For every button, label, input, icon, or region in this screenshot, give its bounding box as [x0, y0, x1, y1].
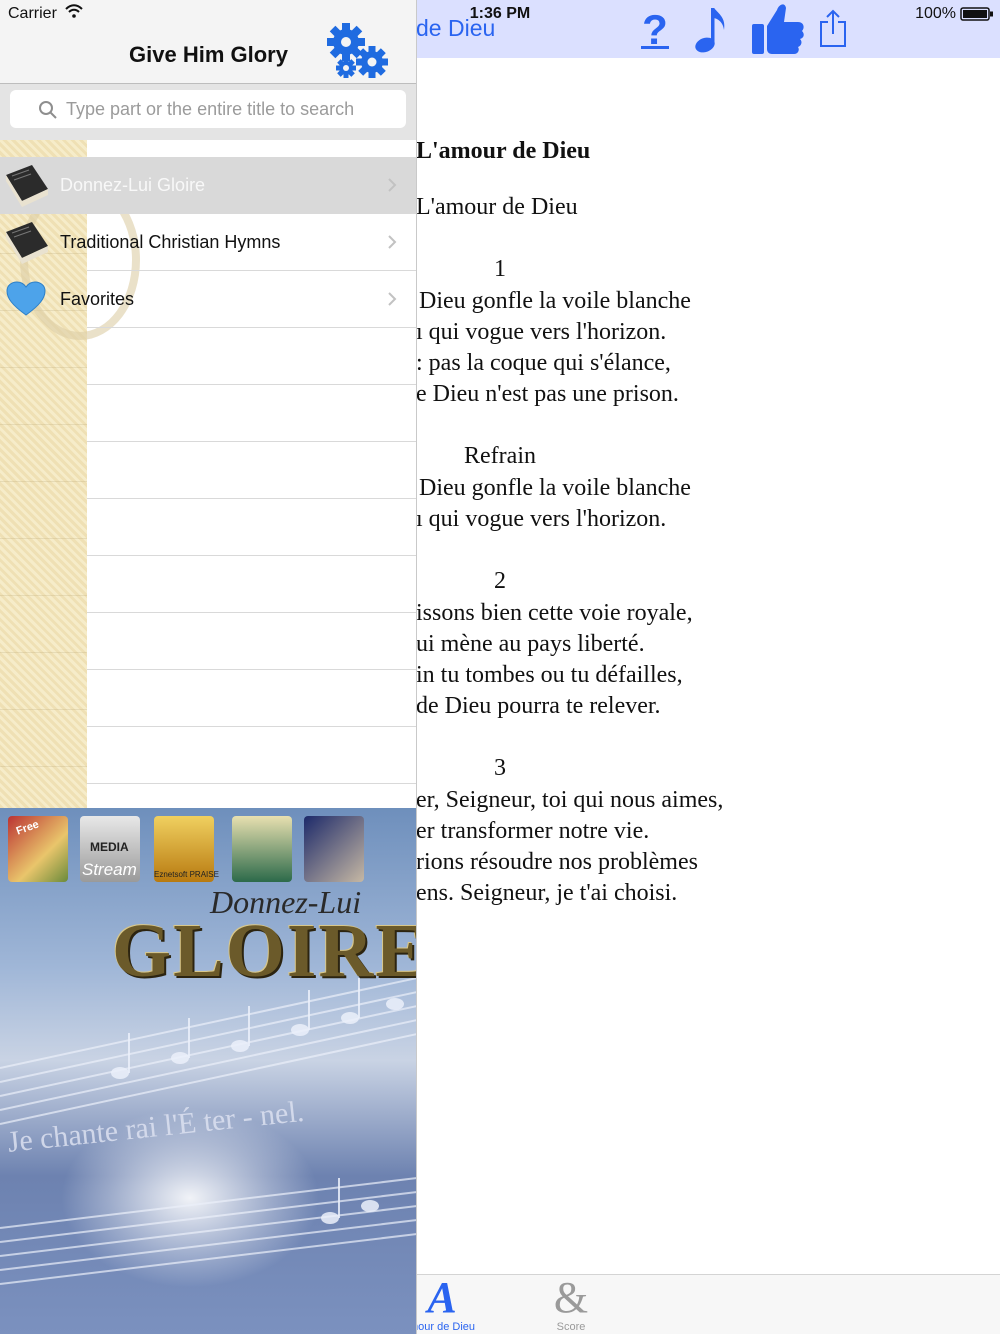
search-input[interactable] [66, 90, 396, 128]
lyric-line: in tu tombes ou tu défailles, [416, 662, 683, 688]
lyric-line: de Dieu pourra te relever. [416, 693, 661, 719]
lyric-line: rions résoudre nos problèmes [416, 849, 698, 875]
album-banner[interactable]: Free MEDIA Stream Eznetsoft PRAISE Donne… [0, 808, 417, 1334]
promo-apps-row: Free MEDIA Stream Eznetsoft PRAISE [6, 816, 376, 886]
promo-label: Eznetsoft PRAISE [154, 870, 219, 879]
empty-row [0, 442, 416, 499]
score-tab-icon: & [553, 1273, 589, 1322]
battery-percentage: 100% [915, 5, 956, 22]
list-item-donnez-lui-gloire[interactable]: Donnez-Lui Gloire [0, 157, 416, 214]
song-title: L'amour de Dieu [416, 138, 591, 164]
chevron-right-icon [388, 235, 397, 249]
lyric-line: : pas la coque qui s'élance, [416, 350, 671, 376]
chevron-right-icon [388, 178, 397, 192]
tab-lyrics[interactable]: A mour de Dieu [416, 1275, 492, 1334]
refrain-label: Refrain [464, 443, 536, 469]
free-app-icon[interactable]: Free [8, 816, 68, 882]
lyric-line: ens. Seigneur, je t'ai choisi. [416, 880, 678, 906]
clock: 1:36 PM [469, 5, 531, 22]
status-bar: Carrier 1:36 PM 100% [0, 0, 1000, 28]
lyric-line: e Dieu n'est pas une prison. [416, 381, 679, 407]
empty-row [0, 385, 416, 442]
lyric-line: ı qui vogue vers l'horizon. [416, 319, 667, 345]
heart-icon [6, 281, 46, 316]
verse-number: 3 [494, 755, 506, 781]
list-item-favorites[interactable]: Favorites [0, 271, 416, 328]
battery-icon [960, 7, 993, 21]
empty-row [0, 727, 416, 784]
promo-label: Stream [82, 860, 137, 879]
book-icon [6, 222, 48, 264]
empty-row [0, 613, 416, 670]
praise-app-icon[interactable]: Eznetsoft PRAISE [154, 816, 219, 882]
media-stream-icon[interactable]: MEDIA Stream [80, 816, 140, 882]
lyric-line: ui mène au pays liberté. [416, 631, 645, 657]
list-item-traditional-christian-hymns[interactable]: Traditional Christian Hymns [0, 214, 416, 271]
list-item-label: Traditional Christian Hymns [60, 232, 281, 252]
promo-label: Free [14, 818, 41, 838]
book-icon [6, 165, 48, 207]
verse-number: 1 [494, 256, 506, 282]
lyric-line: Dieu gonfle la voile blanche [419, 288, 691, 314]
tab-score[interactable]: & Score [526, 1275, 616, 1334]
gears-icon[interactable] [326, 22, 392, 82]
tab-label: Score [556, 1321, 586, 1333]
church-logo-icon[interactable] [232, 816, 292, 882]
tab-label: mour de Dieu [416, 1321, 476, 1333]
lyric-subtitle: L'amour de Dieu [416, 194, 578, 220]
search-box[interactable] [10, 90, 406, 128]
empty-row [0, 499, 416, 556]
empty-row [0, 556, 416, 613]
verse-number: 2 [494, 568, 506, 594]
master-pane: Give Him Glory Type part or the entire t… [0, 0, 417, 1334]
list-item-label: Favorites [60, 289, 135, 309]
lyric-line: er, Seigneur, toi qui nous aimes, [416, 787, 724, 813]
list-item-label: Donnez-Lui Gloire [60, 175, 206, 195]
search-icon [39, 101, 57, 119]
promo-label: MEDIA [90, 840, 129, 854]
chevron-right-icon [388, 292, 397, 306]
empty-row [0, 328, 416, 385]
hymnbook-cover-icon[interactable] [304, 816, 364, 882]
detail-pane: de Dieu ? L'amour de Dieu L'amour de Die… [416, 0, 1000, 1334]
search-bar [0, 84, 416, 140]
album-title: GLOIRE [112, 909, 417, 993]
book-list: Donnez-Lui Gloire Traditional Christian … [0, 140, 416, 808]
tab-bar: A mour de Dieu & Score [416, 1274, 1000, 1334]
lyric-line: ı qui vogue vers l'horizon. [416, 506, 667, 532]
lyrics-tab-icon: A [427, 1273, 457, 1322]
lyric-line: er transformer notre vie. [416, 818, 650, 844]
row-separator [87, 783, 416, 784]
lyric-line: Dieu gonfle la voile blanche [419, 475, 691, 501]
empty-row [0, 670, 416, 727]
lyric-line: issons bien cette voie royale, [416, 600, 693, 626]
